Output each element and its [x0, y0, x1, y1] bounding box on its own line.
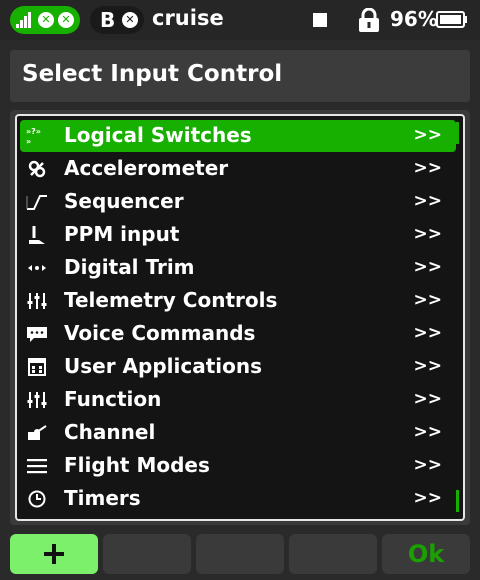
close-circle-icon: ✕ — [58, 12, 74, 28]
ok-button-label: Ok — [407, 540, 445, 568]
blank-button-2[interactable] — [196, 534, 284, 574]
chevron-double-right-icon: >> — [413, 224, 443, 244]
ppm-input-icon — [29, 226, 45, 244]
scrollbar-thumb[interactable] — [456, 490, 459, 512]
list-item-label: Channel — [64, 420, 156, 444]
stop-icon[interactable] — [313, 13, 327, 27]
close-circle-icon: ✕ — [38, 12, 54, 28]
ok-button[interactable]: Ok — [382, 534, 470, 574]
battery-percent: 96% — [390, 7, 438, 31]
lock-icon[interactable] — [358, 8, 380, 32]
list-item-label: Flight Modes — [64, 453, 210, 477]
chevron-double-right-icon: >> — [413, 158, 443, 178]
chevron-double-right-icon: >> — [413, 257, 443, 277]
sliders-icon — [27, 392, 47, 408]
list-item-label: Sequencer — [64, 189, 184, 213]
sliders-icon — [27, 293, 47, 309]
input-control-panel: »?» » Logical Switches >> Accelerometer … — [10, 110, 470, 525]
list-item-digital-trim[interactable]: Digital Trim >> — [20, 252, 456, 284]
input-control-list[interactable]: »?» » Logical Switches >> Accelerometer … — [15, 114, 465, 521]
servo-icon — [28, 425, 47, 440]
blank-button-3[interactable] — [289, 534, 377, 574]
list-item-accelerometer[interactable]: Accelerometer >> — [20, 153, 456, 185]
list-item-label: Logical Switches — [64, 123, 252, 147]
add-button[interactable] — [10, 534, 98, 574]
calendar-grid-icon — [28, 358, 46, 376]
chevron-double-right-icon: >> — [413, 125, 443, 145]
dialog-title-bar: Select Input Control — [10, 50, 470, 102]
accelerometer-icon — [28, 160, 46, 178]
connection-status-pill[interactable]: ✕ ✕ — [10, 6, 80, 34]
chevron-double-right-icon: >> — [413, 488, 443, 508]
list-item-label: Digital Trim — [64, 255, 195, 279]
list-item-ppm-input[interactable]: PPM input >> — [20, 219, 456, 251]
list-item-label: Voice Commands — [64, 321, 256, 345]
list-item-label: Accelerometer — [64, 156, 229, 180]
list-item-label: Timers — [64, 486, 141, 510]
list-item-label: User Applications — [64, 354, 263, 378]
status-bar: ✕ ✕ B ✕ cruise 96% — [0, 0, 480, 40]
list-item-label: Function — [64, 387, 162, 411]
blank-button-1[interactable] — [103, 534, 191, 574]
signal-strength-icon — [16, 12, 32, 28]
battery-icon — [436, 11, 467, 28]
list-item-flight-modes[interactable]: Flight Modes >> — [20, 450, 456, 482]
chevron-double-right-icon: >> — [413, 422, 443, 442]
chevron-double-right-icon: >> — [413, 455, 443, 475]
model-letter: B — [100, 8, 116, 32]
logical-switch-icon: »?» » — [26, 127, 41, 146]
list-item-user-applications[interactable]: User Applications >> — [20, 351, 456, 383]
list-item-voice-commands[interactable]: Voice Commands >> — [20, 318, 456, 350]
chevron-double-right-icon: >> — [413, 389, 443, 409]
hamburger-icon — [27, 459, 47, 474]
list-item-logical-switches[interactable]: »?» » Logical Switches >> — [20, 120, 456, 152]
svg-text:»: » — [26, 137, 31, 146]
list-item-sequencer[interactable]: Sequencer >> — [20, 186, 456, 218]
list-item-function[interactable]: Function >> — [20, 384, 456, 416]
chevron-double-right-icon: >> — [413, 323, 443, 343]
list-item-label: Telemetry Controls — [64, 288, 278, 312]
list-item-telemetry-controls[interactable]: Telemetry Controls >> — [20, 285, 456, 317]
digital-trim-icon — [28, 265, 46, 271]
scrollbar-thumb[interactable] — [456, 122, 459, 144]
list-item-timers[interactable]: Timers >> — [20, 483, 456, 515]
model-pill[interactable]: B ✕ — [90, 6, 144, 34]
svg-text:»?»: »?» — [26, 127, 41, 136]
clock-icon — [28, 490, 46, 508]
close-circle-icon: ✕ — [122, 12, 138, 28]
plus-icon — [44, 544, 64, 564]
sequencer-icon — [26, 195, 47, 210]
chevron-double-right-icon: >> — [413, 290, 443, 310]
list-item-channel[interactable]: Channel >> — [20, 417, 456, 449]
list-item-label: PPM input — [64, 222, 180, 246]
speech-bubble-icon — [27, 327, 47, 342]
chevron-double-right-icon: >> — [413, 191, 443, 211]
chevron-double-right-icon: >> — [413, 356, 443, 376]
model-name: cruise — [152, 6, 224, 30]
page-title: Select Input Control — [22, 61, 283, 87]
